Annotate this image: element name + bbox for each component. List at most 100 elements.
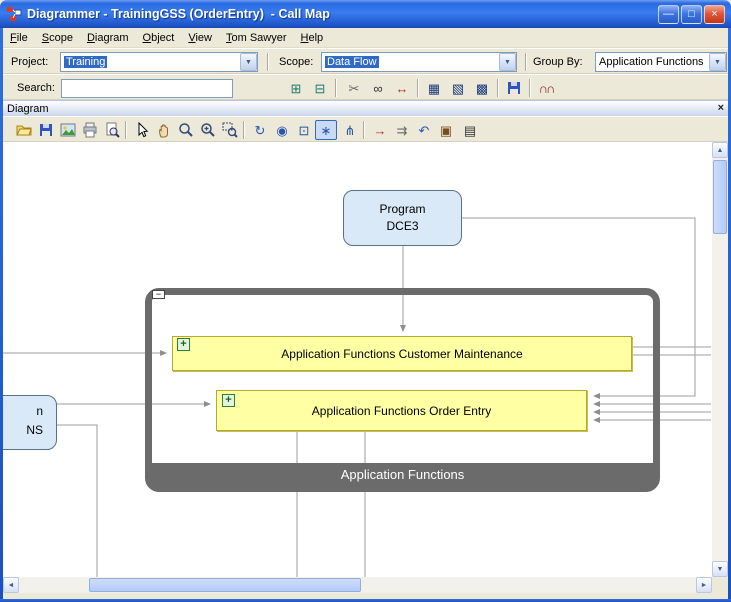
vertical-scrollbar[interactable]: ▲ ▼ [712, 142, 728, 577]
select-tool-button[interactable] [131, 120, 153, 140]
project-combobox[interactable]: Training ▼ [60, 52, 258, 72]
save-results-button[interactable] [503, 78, 525, 98]
separator [125, 121, 127, 139]
menu-diagram[interactable]: Diagram [80, 29, 136, 47]
group-by-label: Group By: [533, 56, 583, 68]
diagram-canvas[interactable]: Application Functions − Program DCE3 n N… [3, 142, 712, 577]
panel-close-icon[interactable]: × [718, 102, 724, 114]
filter-toolbar: Project: Training ▼ Scope: Data Flow ▼ G… [3, 48, 728, 74]
window-title: Diagrammer - TrainingGSS (OrderEntry) - … [27, 7, 330, 21]
scroll-up-button[interactable]: ▲ [712, 142, 728, 158]
search-input[interactable] [61, 79, 233, 98]
search-label: Search: [17, 82, 55, 94]
hand-icon [156, 122, 172, 138]
menu-bar: File Scope Diagram Object View Tom Sawye… [3, 28, 728, 48]
project-value: Training [61, 56, 240, 68]
pan-tool-button[interactable] [153, 120, 175, 140]
group-by-dropdown-button[interactable]: ▼ [709, 53, 726, 71]
print-preview-button[interactable] [101, 120, 123, 140]
separator [497, 79, 499, 97]
group-by-value: Application Functions [596, 56, 709, 68]
project-label: Project: [11, 56, 48, 68]
diagram-panel-title: Diagram [7, 103, 49, 115]
scope-dropdown-button[interactable]: ▼ [499, 53, 516, 71]
zoom-tool-button[interactable] [175, 120, 197, 140]
save-icon [38, 122, 54, 138]
left-arrow-icon: ◄ [8, 582, 15, 589]
save-icon [506, 80, 522, 96]
legend-button[interactable]: ∩∩ [535, 78, 557, 98]
vertical-scroll-thumb[interactable] [713, 160, 727, 234]
separator [417, 79, 419, 97]
span-button[interactable]: ↔ [391, 78, 413, 98]
menu-scope[interactable]: Scope [35, 29, 80, 47]
cut-icon: ✂ [349, 82, 360, 95]
menu-file[interactable]: File [3, 29, 35, 47]
scope-combobox[interactable]: Data Flow ▼ [321, 52, 517, 72]
title-bar[interactable]: Diagrammer - TrainingGSS (OrderEntry) - … [0, 0, 731, 28]
menu-help[interactable]: Help [294, 29, 331, 47]
group-by-combobox[interactable]: Application Functions ▼ [595, 52, 727, 72]
infinity-edge-button[interactable]: ∞ [367, 78, 389, 98]
node-label: DCE3 [344, 218, 461, 235]
open-button[interactable] [13, 120, 35, 140]
grid-history-button[interactable]: ▩ [471, 78, 493, 98]
export-image-button[interactable] [57, 120, 79, 140]
horizontal-scroll-thumb[interactable] [89, 578, 361, 592]
trace-icon: ⇉ [397, 124, 408, 137]
separator [363, 121, 365, 139]
save-button[interactable] [35, 120, 57, 140]
print-button[interactable] [79, 120, 101, 140]
menu-object[interactable]: Object [136, 29, 182, 47]
scroll-down-button[interactable]: ▼ [712, 561, 728, 577]
image-icon [60, 122, 76, 138]
group-collapse-toggle[interactable]: − [152, 290, 165, 299]
horizontal-scrollbar[interactable]: ◄ ► [3, 577, 712, 593]
pointer-icon [134, 122, 150, 138]
zoom-area-button[interactable] [219, 120, 241, 140]
chevron-down-icon: ▼ [504, 59, 511, 66]
expand-toggle-customer[interactable]: + [177, 338, 190, 351]
window-border-left [0, 28, 3, 602]
app-icon [6, 6, 22, 22]
expand-toggle-order-entry[interactable]: + [222, 394, 235, 407]
separator [243, 121, 245, 139]
undo-button[interactable]: ↶ [413, 120, 435, 140]
menu-tom-sawyer[interactable]: Tom Sawyer [219, 29, 294, 47]
relayout-button[interactable]: ↻ [249, 120, 271, 140]
grid-view-button[interactable]: ▦ [423, 78, 445, 98]
menu-view[interactable]: View [181, 29, 219, 47]
node-customer-maintenance[interactable]: Application Functions Customer Maintenan… [172, 336, 632, 371]
stamp-icon: ▤ [464, 124, 476, 137]
minimize-button[interactable]: — [658, 5, 679, 24]
trace-button[interactable]: ⇉ [391, 120, 413, 140]
chevron-down-icon: ▼ [714, 59, 721, 66]
tree-layout-icon: ⋔ [345, 124, 356, 137]
tree-layout-button[interactable]: ⋔ [339, 120, 361, 140]
scroll-right-button[interactable]: ► [696, 577, 712, 593]
properties-button[interactable]: ▤ [459, 120, 481, 140]
node-order-entry[interactable]: Application Functions Order Entry [216, 390, 587, 431]
grid-edit-button[interactable]: ▧ [447, 78, 469, 98]
grid-view-icon: ▦ [428, 82, 440, 95]
node-program-dce3[interactable]: Program DCE3 [343, 190, 462, 246]
grid-history-icon: ▩ [476, 82, 488, 95]
binoculars-icon: ∩∩ [539, 82, 554, 95]
zoom-area-icon [222, 122, 238, 138]
goto-button[interactable]: → [369, 120, 391, 140]
close-button[interactable]: × [704, 5, 725, 24]
maximize-button[interactable]: □ [681, 5, 702, 24]
force-layout-button[interactable]: ∗ [315, 120, 337, 140]
zoom-in-button[interactable] [197, 120, 219, 140]
project-dropdown-button[interactable]: ▼ [240, 53, 257, 71]
expand-node-button[interactable]: ⊞ [285, 78, 307, 98]
cut-button[interactable]: ✂ [343, 78, 365, 98]
package-button[interactable]: ▣ [435, 120, 457, 140]
scroll-left-button[interactable]: ◄ [3, 577, 19, 593]
printer-icon [82, 122, 98, 138]
collapse-node-button[interactable]: ⊟ [309, 78, 331, 98]
node-left-partial[interactable]: n NS [3, 395, 57, 450]
orthogonal-layout-button[interactable]: ⊡ [293, 120, 315, 140]
down-arrow-icon: ▼ [717, 566, 724, 573]
symmetric-layout-button[interactable]: ◉ [271, 120, 293, 140]
